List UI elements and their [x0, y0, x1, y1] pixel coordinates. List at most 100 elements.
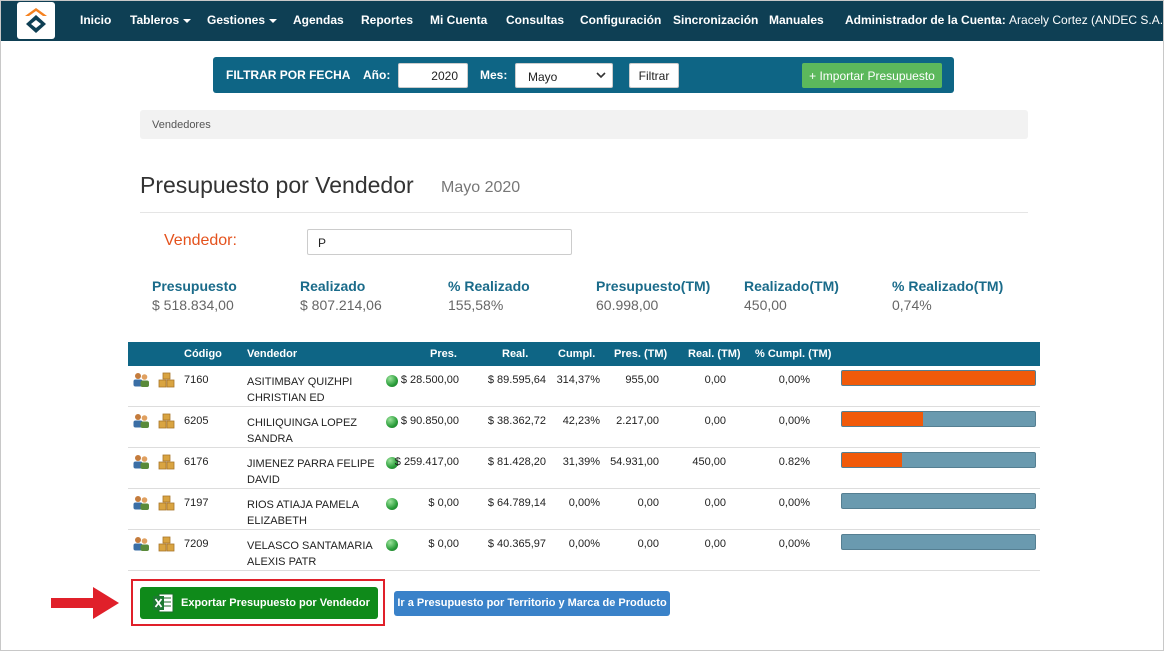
- nav-configuracion[interactable]: Configuración: [580, 13, 661, 27]
- year-input[interactable]: 2020: [398, 63, 468, 88]
- cell-cumpl-tm: 0,00%: [778, 497, 810, 509]
- users-icon[interactable]: [132, 413, 150, 432]
- boxes-icon[interactable]: [158, 454, 176, 473]
- vendor-filter-input[interactable]: P: [307, 229, 572, 255]
- users-icon[interactable]: [132, 495, 150, 514]
- table-row: 6205 CHILIQUINGA LOPEZ SANDRA $ 90.850,00 $…: [128, 407, 1040, 448]
- summary-presupuesto-tm-label: Presupuesto(TM): [596, 278, 711, 294]
- th-pres-tm: Pres. (TM): [614, 348, 668, 360]
- export-budget-button[interactable]: Exportar Presupuesto por Vendedor: [140, 587, 378, 619]
- cell-vendedor: CHILIQUINGA LOPEZ SANDRA: [247, 417, 358, 445]
- nav-sincronizacion[interactable]: Sincronización: [673, 13, 758, 27]
- users-icon[interactable]: [132, 536, 150, 555]
- boxes-icon[interactable]: [158, 495, 176, 514]
- cell-cumpl-tm: 0,00%: [778, 538, 810, 550]
- nav-tableros[interactable]: Tableros: [130, 13, 192, 27]
- summary-realizado-value: $ 807.214,06: [300, 297, 382, 313]
- cell-cumpl: 31,39%: [562, 456, 600, 468]
- summary-pct-tm-value: 0,74%: [892, 297, 932, 313]
- summary-presupuesto-tm-value: 60.998,00: [596, 297, 659, 313]
- import-budget-button[interactable]: + Importar Presupuesto: [802, 63, 942, 88]
- top-navbar: Inicio Tableros Gestiones Agendas Report…: [1, 1, 1163, 41]
- cell-cumpl: 42,23%: [562, 415, 600, 427]
- progress-bar-fill: [842, 412, 924, 426]
- nav-reportes[interactable]: Reportes: [361, 13, 413, 27]
- summary-realizado-label: Realizado: [300, 278, 366, 294]
- summary-pct-value: 155,58%: [448, 297, 504, 313]
- boxes-icon[interactable]: [158, 372, 176, 391]
- filter-title: FILTRAR POR FECHA: [226, 68, 351, 82]
- territory-budget-button[interactable]: Ir a Presupuesto por Territorio y Marca …: [394, 591, 670, 616]
- summary-pct-tm-label: % Realizado(TM): [892, 278, 1004, 294]
- nav-agendas[interactable]: Agendas: [293, 13, 344, 27]
- date-filter-bar: FILTRAR POR FECHA Año: 2020 Mes: Mayo Fi…: [213, 57, 954, 93]
- app-window: Inicio Tableros Gestiones Agendas Report…: [0, 0, 1164, 651]
- users-icon[interactable]: [132, 372, 150, 391]
- th-cumpl-tm: % Cumpl. (TM): [755, 348, 832, 360]
- boxes-icon[interactable]: [158, 536, 176, 555]
- month-select[interactable]: Mayo: [515, 63, 613, 88]
- month-select-value: Mayo: [528, 70, 558, 84]
- breadcrumb-item[interactable]: Vendedores: [152, 119, 211, 131]
- cell-pres: $ 0,00: [428, 497, 459, 509]
- logo-icon: [25, 8, 47, 33]
- cell-vendedor: RIOS ATIAJA PAMELA ELIZABETH: [247, 499, 359, 527]
- cell-pres-tm: 2.217,00: [616, 415, 659, 427]
- progress-bar: [841, 370, 1036, 386]
- cell-real-tm: 0,00: [704, 374, 726, 386]
- cell-real: $ 89.595,64: [487, 374, 546, 386]
- cell-pres-tm: 0,00: [637, 538, 659, 550]
- nav-tableros-label: Tableros: [130, 13, 180, 27]
- progress-bar: [841, 534, 1036, 550]
- cell-real-tm: 0,00: [704, 415, 726, 427]
- progress-bar-fill: [842, 453, 902, 467]
- status-dot-icon: [386, 539, 398, 551]
- nav-consultas[interactable]: Consultas: [506, 13, 564, 27]
- cell-vendedor: VELASCO SANTAMARIA ALEXIS PATR: [247, 540, 373, 568]
- cell-real-tm: 0,00: [704, 538, 726, 550]
- filter-button[interactable]: Filtrar: [629, 63, 679, 88]
- cell-cumpl-tm: 0,00%: [778, 415, 810, 427]
- nav-gestiones-label: Gestiones: [207, 13, 266, 27]
- cell-real: $ 81.428,20: [487, 456, 546, 468]
- nav-mi-cuenta[interactable]: Mi Cuenta: [430, 13, 487, 27]
- cell-real: $ 40.365,97: [487, 538, 546, 550]
- users-icon[interactable]: [132, 454, 150, 473]
- cell-cumpl: 0,00%: [568, 538, 600, 550]
- year-label: Año:: [363, 68, 391, 82]
- table-row: 6176 JIMENEZ PARRA FELIPE DAVID $ 259.417,…: [128, 448, 1040, 489]
- cell-vendedor: JIMENEZ PARRA FELIPE DAVID: [247, 458, 375, 486]
- progress-bar-fill: [842, 371, 1035, 385]
- breadcrumb: Vendedores: [140, 110, 1028, 139]
- nav-inicio[interactable]: Inicio: [80, 13, 111, 27]
- nav-gestiones[interactable]: Gestiones: [207, 13, 278, 27]
- cell-pres: $ 259.417,00: [394, 456, 459, 468]
- cell-pres-tm: 54.931,00: [610, 456, 659, 468]
- th-codigo: Código: [184, 348, 222, 360]
- account-label: Administrador de la Cuenta:: [845, 13, 1006, 27]
- app-logo[interactable]: [17, 2, 55, 39]
- table-header: Código Vendedor Pres. Real. Cumpl. Pres.…: [128, 342, 1040, 366]
- cell-real: $ 38.362,72: [487, 415, 546, 427]
- summary-presupuesto-label: Presupuesto: [152, 278, 237, 294]
- cell-codigo: 7160: [184, 374, 209, 386]
- cell-pres-tm: 955,00: [625, 374, 659, 386]
- chevron-down-icon: [269, 18, 278, 23]
- summary-realizado-tm-value: 450,00: [744, 297, 787, 313]
- chevron-down-icon: [183, 18, 192, 23]
- cell-real-tm: 0,00: [704, 497, 726, 509]
- cell-codigo: 7209: [184, 538, 209, 550]
- vendor-filter-label: Vendedor:: [164, 232, 237, 249]
- page-title: Presupuesto por Vendedor: [140, 172, 414, 198]
- summary-realizado-tm-label: Realizado(TM): [744, 278, 839, 294]
- nav-manuales[interactable]: Manuales: [769, 13, 824, 27]
- th-real-tm: Real. (TM): [688, 348, 741, 360]
- progress-bar: [841, 452, 1036, 468]
- table-row: 7209 VELASCO SANTAMARIA ALEXIS PATR $ 0,00…: [128, 530, 1040, 571]
- nav-account-menu[interactable]: Administrador de la Cuenta: Aracely Cort…: [845, 13, 1163, 27]
- cell-cumpl-tm: 0.82%: [778, 456, 810, 468]
- boxes-icon[interactable]: [158, 413, 176, 432]
- progress-bar: [841, 411, 1036, 427]
- summary-presupuesto-value: $ 518.834,00: [152, 297, 234, 313]
- cell-codigo: 7197: [184, 497, 209, 509]
